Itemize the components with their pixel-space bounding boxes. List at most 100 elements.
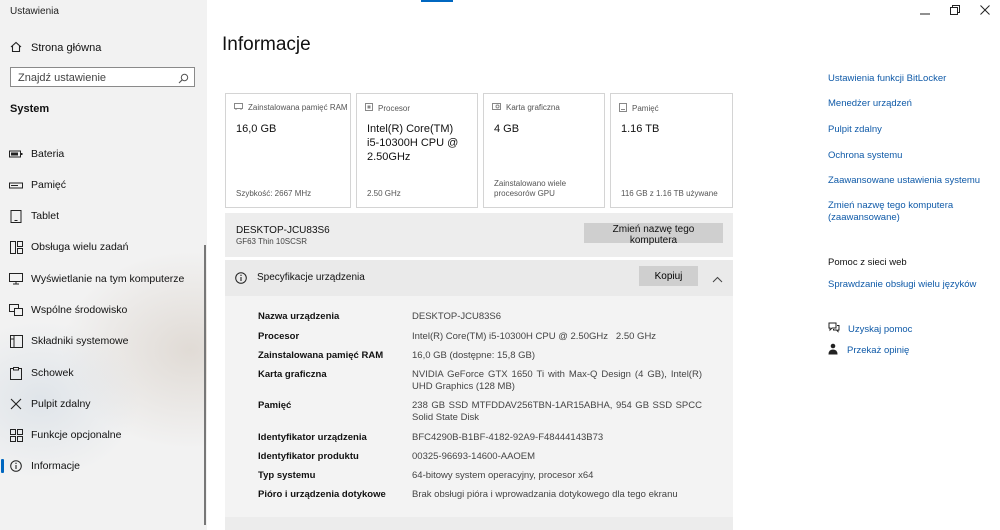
remote-desktop-link[interactable]: Pulpit zdalny [828, 124, 882, 136]
search-box[interactable] [10, 67, 195, 87]
close-button[interactable] [973, 4, 997, 18]
info-icon [235, 271, 247, 289]
device-specs-title: Specyfikacje urządzenia [257, 272, 365, 283]
rename-pc-button[interactable]: Zmień nazwę tego komputera [584, 223, 723, 246]
sidebar-item-optional-features[interactable]: Funkcje opcjonalne [0, 424, 205, 446]
card-value: Intel(R) Core(TM) i5-10300H CPU @ 2.50GH… [367, 123, 459, 163]
card-subtext: Szybkość: 2667 MHz [236, 189, 312, 198]
device-specs-panel: Specyfikacje urządzenia Kopiuj Nazwa urz… [225, 260, 733, 530]
card-value: 4 GB [494, 123, 520, 135]
feedback-action[interactable]: Przekaż opinię [828, 343, 909, 358]
spec-label: Karta graficzna [258, 369, 327, 380]
advanced-system-settings-link[interactable]: Zaawansowane ustawienia systemu [828, 175, 980, 187]
sidebar-item-about[interactable]: Informacje [0, 455, 205, 477]
maximize-button[interactable] [943, 4, 967, 18]
cpu-icon [365, 103, 373, 113]
card-value: 16,0 GB [236, 123, 277, 135]
spec-value: BFC4290B-B1BF-4182-92A9-F48444143B73 [412, 432, 604, 443]
card-subtext: 116 GB z 1.16 TB używane [621, 189, 718, 198]
spec-value: NVIDIA GeForce GTX 1650 Ti with Max-Q De… [412, 369, 702, 392]
pc-name-panel: DESKTOP-JCU83S6 GF63 Thin 10SCSR Zmień n… [225, 213, 733, 257]
gpu-card: Karta graficzna 4 GB Zainstalowano wiele… [483, 93, 605, 208]
device-manager-link[interactable]: Menedżer urządzeń [828, 98, 912, 110]
card-subtext: 2.50 GHz [367, 189, 401, 198]
spec-label: Nazwa urządzenia [258, 311, 340, 322]
card-header: Zainstalowana pamięć RAM [234, 103, 348, 112]
battery-icon [9, 147, 23, 161]
app-title: Ustawienia [10, 6, 59, 17]
get-help-icon [828, 322, 840, 336]
sidebar-item-label: Wyświetlanie na tym komputerze [31, 273, 185, 285]
sidebar-item-label: Bateria [31, 148, 65, 160]
sidebar-item-label: Pulpit zdalny [31, 398, 91, 410]
sidebar-item-clipboard[interactable]: Schowek [0, 362, 205, 384]
clipboard-icon [9, 366, 23, 380]
search-icon[interactable] [178, 71, 189, 89]
sidebar-item-label: Schowek [31, 367, 74, 379]
spec-value: 16,0 GB (dostępne: 15,8 GB) [412, 350, 536, 361]
multitasking-icon [9, 240, 23, 254]
spec-value: Intel(R) Core(TM) i5-10300H CPU @ 2.50GH… [412, 331, 657, 342]
chevron-up-icon[interactable] [712, 270, 723, 288]
top-accent-bar [421, 0, 453, 2]
card-label: Karta graficzna [506, 103, 560, 112]
home-label: Strona główna [31, 42, 102, 54]
cpu-card: Procesor Intel(R) Core(TM) i5-10300H CPU… [356, 93, 478, 208]
get-help-action[interactable]: Uzyskaj pomoc [828, 322, 912, 336]
ram-card: Zainstalowana pamięć RAM 16,0 GB Szybkoś… [225, 93, 351, 208]
feedback-label: Przekaż opinię [847, 345, 910, 356]
close-icon [980, 2, 990, 20]
sidebar: Ustawienia Strona główna System Bateria … [0, 0, 207, 530]
system-protection-link[interactable]: Ochrona systemu [828, 150, 902, 162]
storage-icon [9, 178, 23, 192]
minimize-button[interactable] [913, 4, 937, 18]
panel-bottom-edge [225, 517, 733, 530]
card-label: Pamięć [632, 104, 659, 113]
spec-label: Pamięć [258, 400, 292, 411]
sidebar-item-storage[interactable]: Pamięć [0, 174, 205, 196]
tablet-icon [9, 209, 23, 223]
sidebar-item-label: Tablet [31, 210, 60, 222]
search-input[interactable] [11, 69, 178, 87]
sidebar-item-system-components[interactable]: Składniki systemowe [0, 330, 205, 352]
spec-label: Pióro i urządzenia dotykowe [258, 489, 386, 500]
spec-value: 64-bitowy system operacyjny, procesor x6… [412, 470, 594, 481]
device-name: DESKTOP-JCU83S6 [236, 225, 330, 236]
device-specs-header[interactable]: Specyfikacje urządzenia Kopiuj [225, 260, 733, 296]
device-model: GF63 Thin 10SCSR [236, 237, 307, 246]
disk-card: Pamięć 1.16 TB 116 GB z 1.16 TB używane [610, 93, 733, 208]
shared-experiences-icon [9, 303, 23, 317]
rename-pc-advanced-link[interactable]: Zmień nazwę tego komputera (zaawansowane… [828, 200, 978, 224]
card-header: Procesor [365, 103, 410, 113]
feedback-icon [828, 343, 839, 358]
page-title: Informacje [222, 34, 311, 55]
sidebar-item-projecting[interactable]: Wyświetlanie na tym komputerze [0, 268, 205, 290]
home-nav-item[interactable]: Strona główna [10, 38, 101, 58]
card-label: Procesor [378, 103, 411, 113]
sidebar-item-multitasking[interactable]: Obsługa wielu zadań [0, 236, 205, 258]
minimize-icon [920, 2, 930, 20]
sidebar-item-battery[interactable]: Bateria [0, 143, 205, 165]
card-label: Zainstalowana pamięć RAM [248, 103, 348, 112]
gpu-icon [492, 103, 501, 112]
sidebar-item-remote-desktop[interactable]: Pulpit zdalny [0, 393, 205, 415]
language-support-link[interactable]: Sprawdzanie obsługi wielu języków [828, 279, 976, 291]
sidebar-item-label: Funkcje opcjonalne [31, 429, 122, 441]
spec-label: Procesor [258, 331, 300, 342]
card-subtext: Zainstalowano wiele procesorów GPU [494, 179, 567, 198]
disk-icon [619, 103, 627, 114]
sidebar-scrollbar[interactable] [204, 245, 206, 525]
spec-label: Identyfikator urządzenia [258, 432, 367, 443]
get-help-label: Uzyskaj pomoc [848, 323, 913, 335]
bitlocker-link[interactable]: Ustawienia funkcji BitLocker [828, 73, 946, 85]
sidebar-item-tablet[interactable]: Tablet [0, 205, 205, 227]
card-header: Karta graficzna [492, 103, 560, 112]
copy-button[interactable]: Kopiuj [639, 266, 698, 286]
sidebar-item-shared-experiences[interactable]: Wspólne środowisko [0, 299, 205, 321]
sidebar-item-label: Obsługa wielu zadań [31, 241, 129, 253]
projecting-icon [9, 272, 23, 286]
spec-value: 00325-96693-14600-AAOEM [412, 451, 536, 462]
home-icon [10, 41, 22, 56]
spec-label: Zainstalowana pamięć RAM [258, 350, 384, 361]
spec-value: 238 GB SSD MTFDDAV256TBN-1AR15ABHA, 954 … [412, 400, 702, 423]
